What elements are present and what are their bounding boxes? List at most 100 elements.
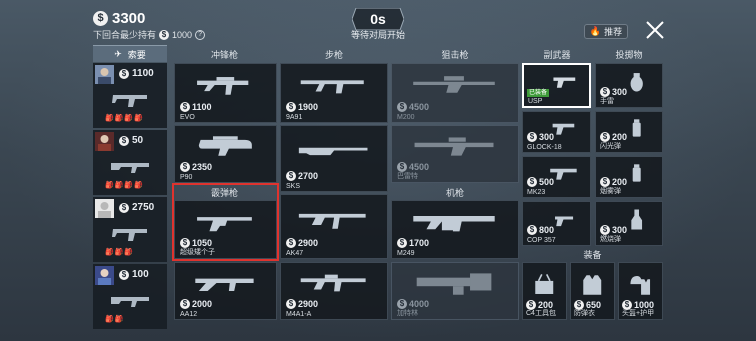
- dollar-icon: $: [180, 299, 190, 309]
- avatar: [95, 65, 114, 84]
- smg-icon: [112, 229, 147, 241]
- min-hold-value: 1000: [172, 29, 193, 40]
- item-name: 燃烧弹: [600, 236, 621, 243]
- dollar-icon: $: [119, 269, 129, 280]
- category-rifle: 步枪: [324, 50, 343, 60]
- m249-lmg-icon: [413, 216, 495, 232]
- weapon-card-usp[interactable]: 已装备 USP: [522, 63, 591, 108]
- helmet-armor-icon: [630, 276, 651, 295]
- weapon-card-evo[interactable]: $1100 EVO: [174, 63, 277, 123]
- equipment-card-helmet-armor[interactable]: $1000 头盔+护甲: [618, 262, 663, 320]
- request-label: 索要: [127, 49, 146, 60]
- weapon-name: P90: [180, 174, 193, 181]
- dollar-icon: $: [527, 177, 537, 187]
- dollar-icon: $: [397, 238, 407, 248]
- teammate-money: $50: [119, 135, 143, 146]
- dollar-icon: $: [93, 11, 108, 26]
- throwable-card-grenade[interactable]: $300 手雷: [595, 63, 663, 108]
- teammate-slot-3[interactable]: $2750 🎒🎒🎒: [93, 197, 167, 262]
- weapon-name: COP 357: [527, 237, 556, 244]
- weapon-card-aa12[interactable]: $2000 AA12: [174, 262, 277, 320]
- dollar-icon: $: [286, 238, 296, 248]
- dollar-icon: $: [119, 202, 129, 213]
- weapon-card-m249[interactable]: $1700 M249: [391, 200, 519, 259]
- weapon-name: 巴雷特: [397, 173, 418, 180]
- money-amount: 3300: [112, 10, 146, 27]
- weapon-card-minigun[interactable]: $4000 加特林: [391, 262, 519, 320]
- dollar-icon: $: [286, 299, 296, 309]
- m200-sniper-icon: [413, 76, 495, 93]
- help-icon[interactable]: ?: [195, 29, 206, 40]
- teammate-slot-4[interactable]: $100 🎒🎒: [93, 264, 167, 329]
- category-throwable: 投掷物: [615, 50, 643, 60]
- category-smg: 冲锋枪: [210, 50, 238, 60]
- weapon-card-mk23[interactable]: $500 MK23: [522, 156, 591, 198]
- teammate-items: 🎒🎒🎒🎒: [105, 115, 144, 122]
- teammate-items: 🎒🎒: [105, 316, 125, 323]
- 9a91-rifle-icon: [300, 80, 364, 94]
- weapon-card-9a91[interactable]: $1900 9A91: [280, 63, 388, 123]
- p90-smg-icon: [198, 136, 253, 156]
- flame-icon: 🔥: [589, 26, 602, 36]
- weapon-name: M200: [397, 114, 415, 121]
- category-pistol: 副武器: [543, 50, 571, 60]
- weapon-name: M4A1-A: [286, 311, 312, 318]
- request-button[interactable]: ✈ 索要: [93, 45, 167, 62]
- dollar-icon: $: [119, 135, 129, 146]
- item-name: C4工具包: [526, 310, 556, 317]
- teammate-items: 🎒🎒🎒🎒: [105, 182, 144, 189]
- throwable-card-flashbang[interactable]: $200 闪光弹: [595, 111, 663, 153]
- throwable-card-molotov[interactable]: $300 燃烧弹: [595, 201, 663, 246]
- weapon-card-sks[interactable]: $2700 SKS: [280, 125, 388, 192]
- countdown-value: 0s: [370, 11, 386, 27]
- match-status-text: 等待对局开始: [350, 30, 405, 40]
- teammate-money: $2750: [119, 202, 154, 213]
- teammate-slot-1[interactable]: $1100 🎒🎒🎒🎒: [93, 63, 167, 128]
- teammate-items: 🎒🎒🎒: [105, 249, 135, 256]
- weapon-name: AA12: [180, 311, 198, 318]
- vest-icon: [583, 275, 602, 295]
- item-name: 闪光弹: [600, 143, 621, 150]
- avatar: [95, 266, 114, 285]
- equipment-card-c4-kit[interactable]: $200 C4工具包: [522, 262, 567, 320]
- sks-rifle-icon: [298, 147, 368, 156]
- dollar-icon: $: [119, 68, 129, 79]
- buy-menu-screen: $ 3300 下回合最少持有 $ 1000 ? 0s 等待对局开始 🔥 推荐 ✈…: [0, 0, 756, 341]
- dollar-icon: $: [180, 102, 190, 112]
- aa12-shotgun-icon: [195, 278, 254, 291]
- recommend-label: 推荐: [604, 27, 623, 37]
- weapon-name: AK47: [286, 250, 304, 257]
- dollar-icon: $: [527, 132, 537, 142]
- item-name: 烟雾弹: [600, 188, 621, 195]
- weapon-name: 加特林: [397, 310, 418, 317]
- team-loadout-panel: ✈ 索要 $1100 🎒🎒🎒🎒 $50 🎒🎒🎒🎒 $2750 🎒🎒🎒 $100: [93, 45, 167, 333]
- recommend-button[interactable]: 🔥 推荐: [584, 24, 628, 39]
- equipped-badge: 已装备: [527, 89, 550, 97]
- barrett-sniper-icon: [414, 137, 494, 156]
- weapon-card-barrett[interactable]: $4500 巴雷特: [391, 125, 519, 183]
- throwable-card-smoke[interactable]: $200 烟雾弹: [595, 156, 663, 198]
- equipment-card-vest[interactable]: $650 防弹衣: [570, 262, 615, 320]
- weapon-card-cop357[interactable]: $800 COP 357: [522, 201, 591, 246]
- weapon-name: M249: [397, 250, 415, 257]
- weapon-card-m4a1[interactable]: $2900 M4A1-A: [280, 262, 388, 320]
- smg-icon: [112, 95, 147, 107]
- weapon-card-ak47[interactable]: $2900 AK47: [280, 194, 388, 259]
- money-display: $ 3300: [93, 10, 145, 27]
- category-sniper: 狙击枪: [441, 50, 469, 60]
- category-equipment: 装备: [583, 250, 602, 260]
- weapon-card-glock[interactable]: $300 GLOCK-18: [522, 111, 591, 153]
- weapon-card-p90[interactable]: $2350 P90: [174, 125, 277, 183]
- selected-category-highlight: [172, 183, 279, 261]
- teammate-slot-2[interactable]: $50 🎒🎒🎒🎒: [93, 130, 167, 195]
- weapon-card-m200[interactable]: $4500 M200: [391, 63, 519, 123]
- teammate-money: $1100: [119, 68, 154, 79]
- close-icon[interactable]: [645, 20, 665, 40]
- m4a1-rifle-icon: [300, 274, 366, 292]
- avatar: [95, 199, 114, 218]
- ak47-rifle-icon: [298, 213, 366, 229]
- dollar-icon: $: [286, 171, 296, 181]
- dollar-icon: $: [286, 102, 296, 112]
- weapon-name: EVO: [180, 114, 195, 121]
- dollar-icon: $: [180, 162, 190, 172]
